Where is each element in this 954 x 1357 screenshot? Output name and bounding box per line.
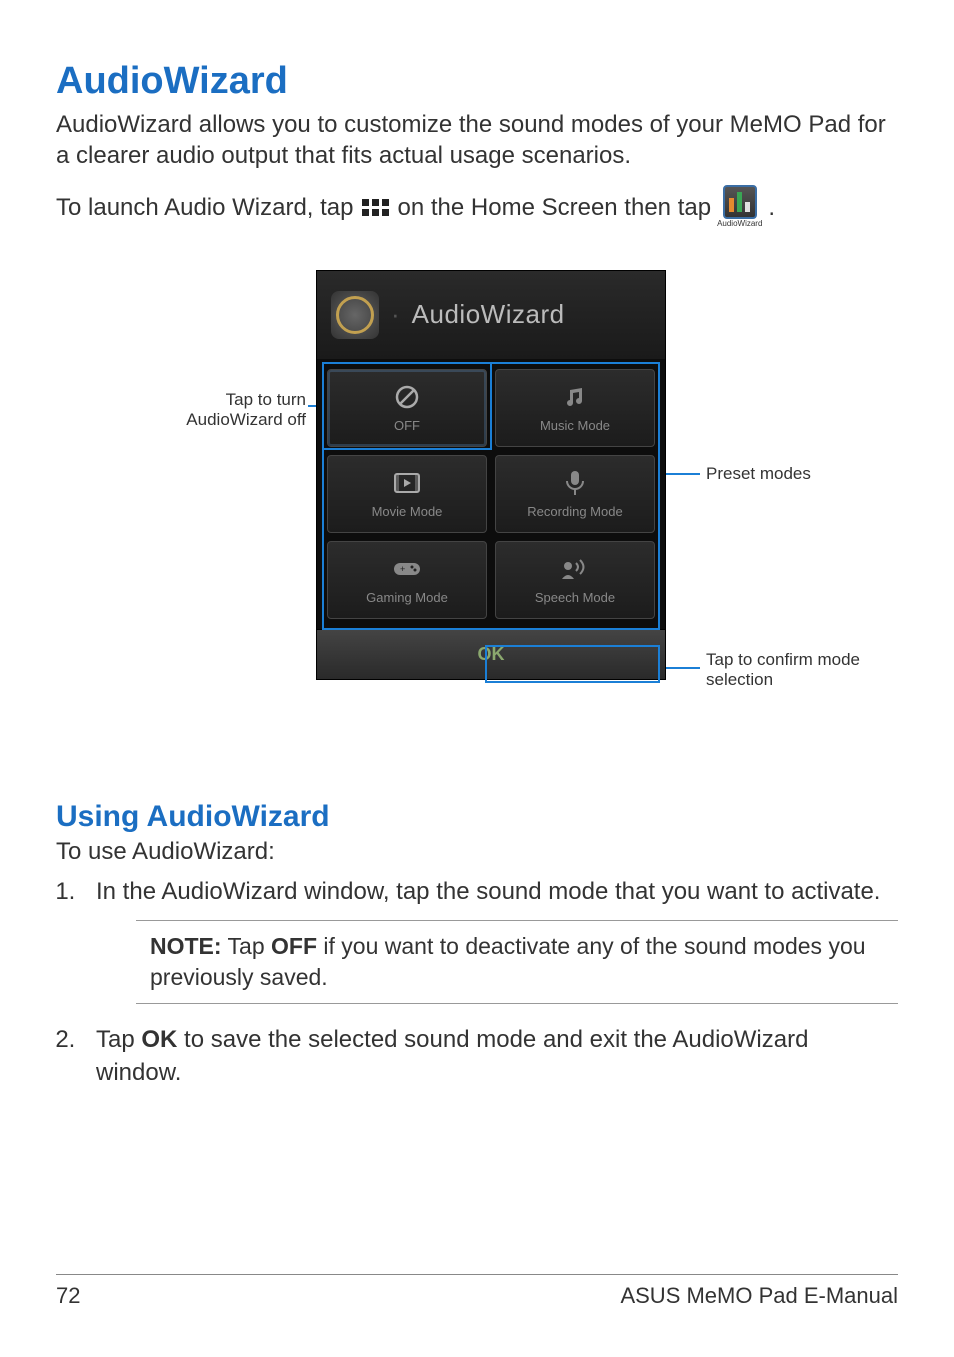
- audiowizard-app-caption: AudioWizard: [717, 219, 762, 229]
- footer-text: ASUS MeMO Pad E-Manual: [620, 1283, 898, 1309]
- page-number: 72: [56, 1283, 80, 1309]
- mode-recording-label: Recording Mode: [527, 504, 622, 519]
- step-2-pre: Tap: [96, 1026, 141, 1053]
- step-2: Tap OK to save the selected sound mode a…: [82, 1024, 898, 1089]
- ok-button[interactable]: OK: [317, 629, 665, 679]
- gaming-icon: +: [392, 554, 422, 584]
- mode-off-label: OFF: [394, 418, 420, 433]
- mode-gaming-label: Gaming Mode: [366, 590, 448, 605]
- mode-music[interactable]: Music Mode: [495, 369, 655, 447]
- steps-list: In the AudioWizard window, tap the sound…: [56, 876, 898, 1089]
- audiowizard-window: · AudioWizard OFF Music Mode Movie Mod: [316, 270, 666, 680]
- callout-preset: Preset modes: [706, 464, 811, 484]
- audiowizard-app-icon-wrap: AudioWizard: [717, 185, 762, 229]
- mode-gaming[interactable]: + Gaming Mode: [327, 541, 487, 619]
- mode-music-label: Music Mode: [540, 418, 610, 433]
- mode-grid: OFF Music Mode Movie Mode Recording Mode: [317, 359, 665, 629]
- launch-mid: on the Home Screen then tap: [398, 192, 712, 223]
- mode-speech-label: Speech Mode: [535, 590, 615, 605]
- note-block: NOTE: Tap OFF if you want to deactivate …: [136, 920, 898, 1004]
- audiowizard-app-icon: [723, 185, 757, 219]
- audiowizard-header-title: AudioWizard: [412, 299, 565, 330]
- callout-off: Tap to turn AudioWizard off: [126, 390, 306, 431]
- recording-icon: [560, 468, 590, 498]
- mode-recording[interactable]: Recording Mode: [495, 455, 655, 533]
- launch-pre: To launch Audio Wizard, tap: [56, 192, 354, 223]
- launch-instruction: To launch Audio Wizard, tap on the Home …: [56, 185, 898, 229]
- note-bold: OFF: [271, 933, 317, 959]
- apps-grid-icon: [360, 196, 392, 220]
- using-heading: Using AudioWizard: [56, 800, 898, 834]
- speech-icon: [560, 554, 590, 584]
- mode-movie[interactable]: Movie Mode: [327, 455, 487, 533]
- page-footer: 72 ASUS MeMO Pad E-Manual: [56, 1274, 898, 1309]
- off-icon: [392, 382, 422, 412]
- step-1-text: In the AudioWizard window, tap the sound…: [96, 878, 880, 905]
- audiowizard-header-icon: [331, 291, 379, 339]
- using-intro: To use AudioWizard:: [56, 838, 898, 866]
- step-2-post: to save the selected sound mode and exit…: [96, 1026, 808, 1085]
- intro-paragraph: AudioWizard allows you to customize the …: [56, 109, 898, 171]
- step-2-bold: OK: [141, 1026, 177, 1053]
- page-title: AudioWizard: [56, 60, 898, 103]
- note-pre: Tap: [222, 933, 271, 959]
- mode-off[interactable]: OFF: [327, 369, 487, 447]
- movie-icon: [392, 468, 422, 498]
- header-separator: ·: [391, 299, 400, 330]
- mode-speech[interactable]: Speech Mode: [495, 541, 655, 619]
- note-label: NOTE:: [150, 933, 222, 959]
- mode-movie-label: Movie Mode: [372, 504, 443, 519]
- launch-post: .: [768, 192, 775, 223]
- svg-text:+: +: [400, 564, 405, 574]
- audiowizard-header: · AudioWizard: [317, 271, 665, 359]
- step-1: In the AudioWizard window, tap the sound…: [82, 876, 898, 1004]
- callout-line-preset: [662, 473, 700, 475]
- music-icon: [560, 382, 590, 412]
- callout-confirm: Tap to confirm mode selection: [706, 650, 866, 691]
- screenshot-area: Tap to turn AudioWizard off Preset modes…: [56, 270, 898, 760]
